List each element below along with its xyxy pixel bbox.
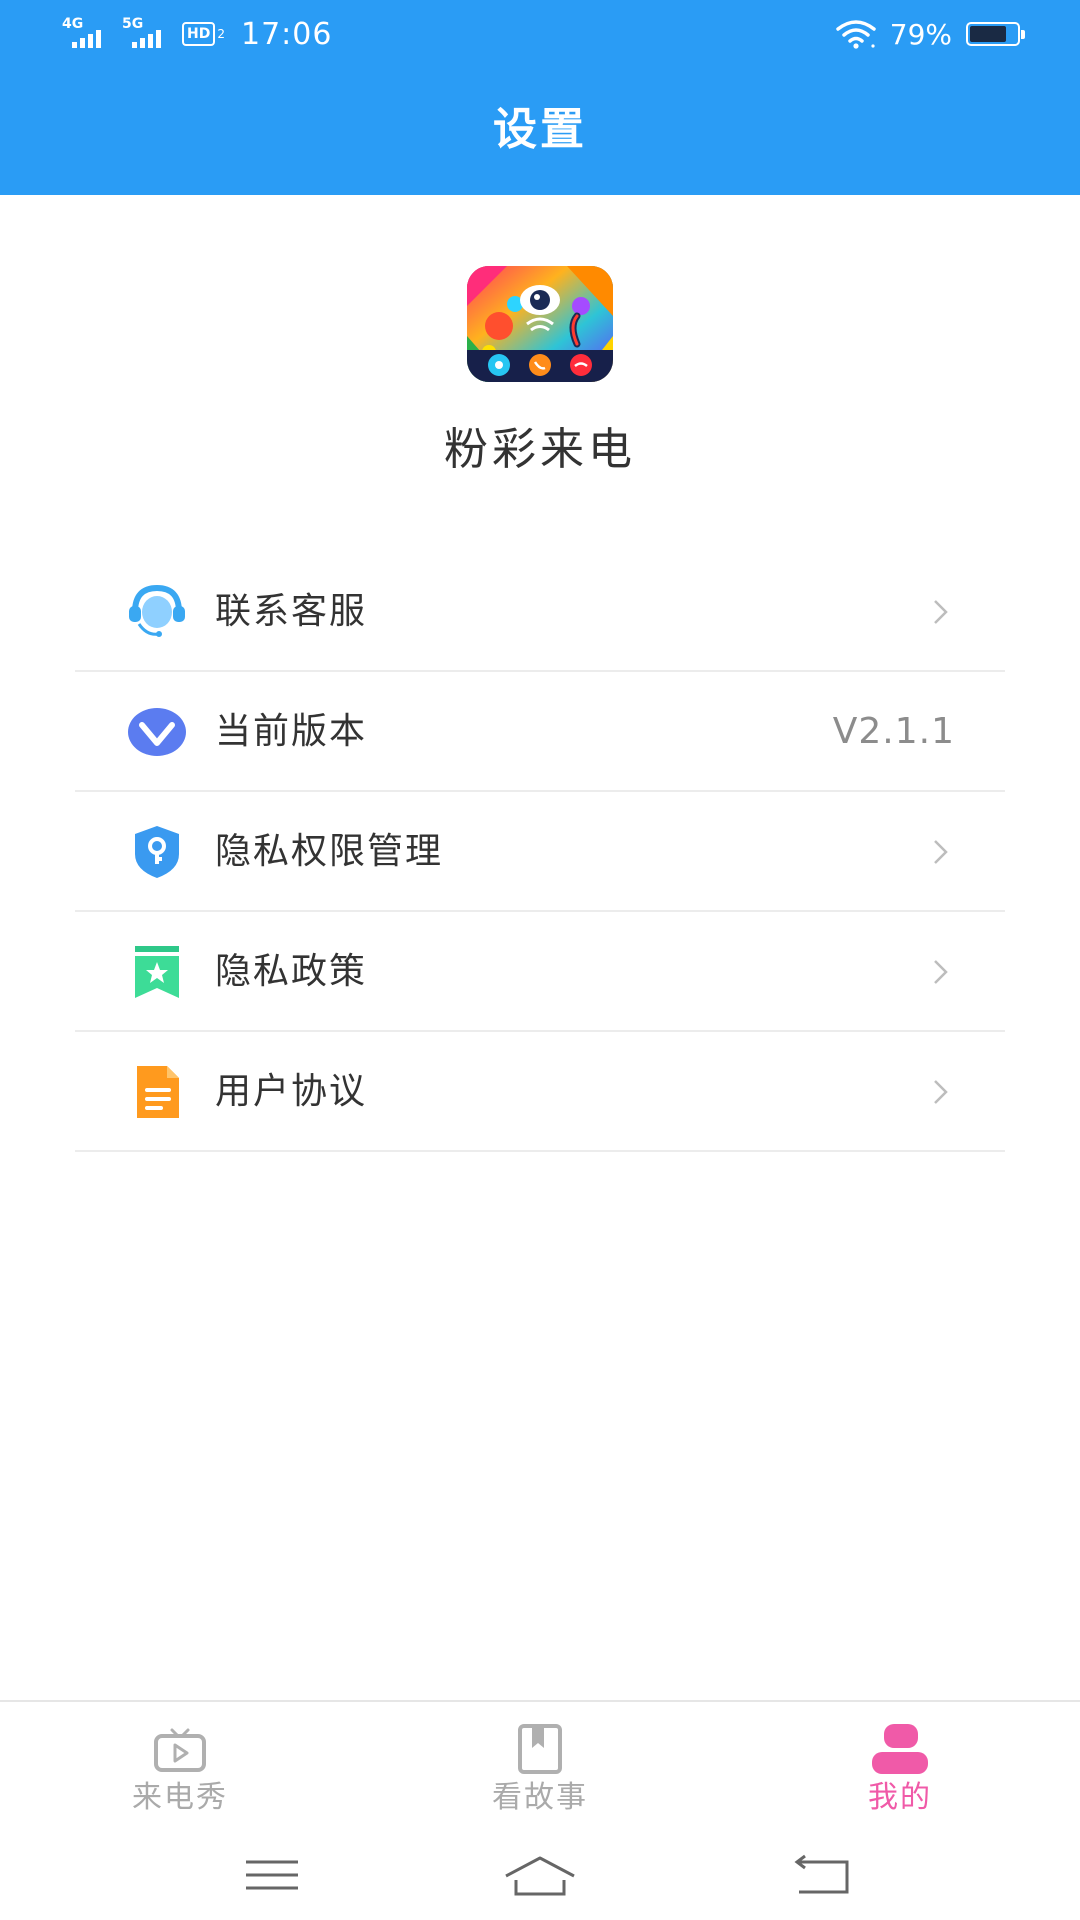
hd-label: HD (182, 22, 216, 46)
battery-percent: 79% (889, 17, 952, 51)
menu-item-user-agreement[interactable]: 用户协议 (75, 1032, 1005, 1152)
status-time: 17:06 (240, 16, 333, 52)
hd-sub-label: 2 (217, 27, 225, 41)
customer-service-icon (129, 584, 185, 637)
system-nav-bar (0, 1830, 1080, 1920)
privacy-bookmark-icon (135, 946, 179, 998)
menu-item-label: 当前版本 (215, 711, 368, 752)
status-bar-right: 79% (836, 14, 1025, 54)
document-icon (137, 1066, 179, 1118)
chevron-right-icon (934, 600, 948, 624)
menu-item-customer-service[interactable]: 联系客服 (75, 552, 1005, 672)
status-bar-left: 4G 5G HD 2 17:06 (62, 14, 332, 54)
settings-menu: 联系客服 当前版本 V2.1.1 隐私权限管理 隐私政策 用户协议 (75, 552, 1005, 1152)
version-value: V2.1.1 (832, 711, 955, 752)
app-name: 粉彩来电 (444, 424, 636, 475)
menu-item-label: 用户协议 (215, 1071, 368, 1112)
menu-item-privacy-permissions[interactable]: 隐私权限管理 (75, 792, 1005, 912)
status-bar: 4G 5G HD 2 17:06 79% (0, 0, 1080, 70)
app-logo-icon (467, 266, 613, 382)
menu-item-privacy-policy[interactable]: 隐私政策 (75, 912, 1005, 1032)
chevron-right-icon (934, 1080, 948, 1104)
tab-label: 来电秀 (132, 1780, 228, 1815)
menu-item-label: 隐私权限管理 (215, 831, 444, 872)
signal-4g-icon: 4G (62, 16, 112, 52)
hd-volte-icon: HD 2 (182, 22, 225, 46)
chevron-right-icon (934, 960, 948, 984)
battery-icon (966, 22, 1025, 46)
menu-item-label: 联系客服 (215, 591, 368, 632)
tab-mine[interactable]: 我的 (800, 1722, 1000, 1832)
battery-fill (970, 26, 1006, 42)
wifi-icon (836, 20, 876, 49)
menu-item-label: 隐私政策 (215, 951, 368, 992)
version-icon (128, 708, 186, 756)
book-icon (518, 1724, 562, 1774)
bottom-tab-bar: 来电秀 看故事 我的 (0, 1700, 1080, 1830)
tv-play-icon (154, 1728, 206, 1772)
app-header: 4G 5G HD 2 17:06 79% 设置 (0, 0, 1080, 195)
back-icon[interactable] (783, 1850, 863, 1900)
page-title: 设置 (493, 104, 587, 155)
tab-label: 看故事 (492, 1780, 588, 1815)
profile-icon (872, 1724, 928, 1774)
tab-label: 我的 (868, 1780, 932, 1815)
signal-5g-icon: 5G (122, 16, 172, 52)
menu-icon[interactable] (232, 1850, 312, 1900)
tab-stories[interactable]: 看故事 (440, 1722, 640, 1832)
chevron-right-icon (934, 840, 948, 864)
shield-key-icon (135, 826, 179, 878)
tab-caller-show[interactable]: 来电秀 (80, 1722, 280, 1832)
menu-item-version[interactable]: 当前版本 V2.1.1 (75, 672, 1005, 792)
home-icon[interactable] (500, 1850, 580, 1900)
